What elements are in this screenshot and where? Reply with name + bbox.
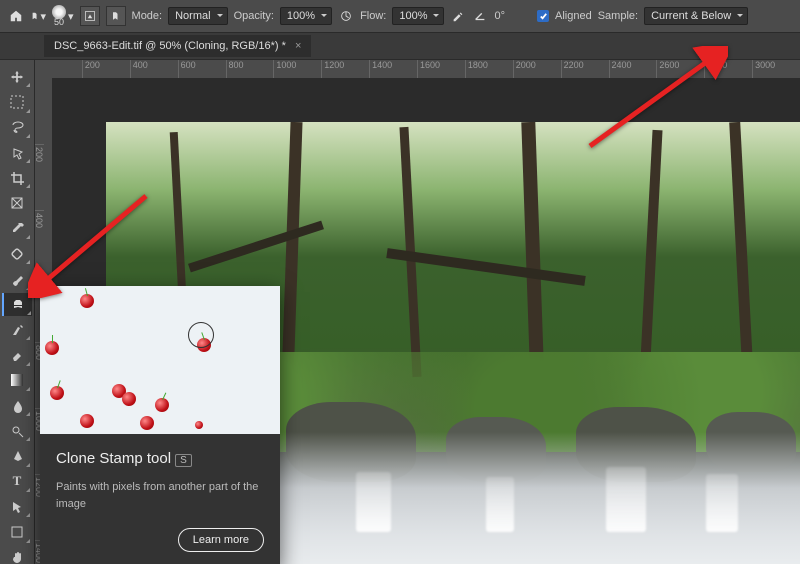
angle-icon[interactable] <box>472 8 488 24</box>
opacity-label: Opacity: <box>234 10 274 22</box>
mode-label: Mode: <box>132 10 163 22</box>
healing-brush-tool[interactable] <box>3 242 31 265</box>
move-tool[interactable] <box>3 65 31 88</box>
tool-preset-icon[interactable]: ▾ <box>30 8 46 24</box>
opacity-field[interactable]: 100% <box>280 7 332 25</box>
tab-title: DSC_9663-Edit.tif @ 50% (Cloning, RGB/16… <box>54 40 286 52</box>
frame-tool[interactable] <box>3 191 31 214</box>
tool-tooltip: Clone Stamp toolS Paints with pixels fro… <box>40 286 280 564</box>
annotation-arrow-tool <box>28 188 158 301</box>
clone-source-icon[interactable] <box>106 6 126 26</box>
history-brush-tool[interactable] <box>3 318 31 341</box>
gradient-tool[interactable] <box>3 369 31 392</box>
brush-tool[interactable] <box>3 267 31 290</box>
aligned-checkbox[interactable] <box>537 10 549 22</box>
sample-label: Sample: <box>598 10 638 22</box>
tools-panel: T <box>0 60 35 564</box>
flow-label: Flow: <box>360 10 386 22</box>
angle-value[interactable]: 0° <box>494 10 505 22</box>
lasso-tool[interactable] <box>3 116 31 139</box>
pen-tool[interactable] <box>3 444 31 467</box>
annotation-arrow-sample <box>578 46 728 159</box>
options-bar: ▾ 50▾ Mode: Normal Opacity: 100% Flow: 1… <box>0 0 800 33</box>
document-tab[interactable]: DSC_9663-Edit.tif @ 50% (Cloning, RGB/16… <box>44 35 311 57</box>
crop-tool[interactable] <box>3 166 31 189</box>
tooltip-title: Clone Stamp toolS <box>56 450 264 467</box>
tooltip-preview <box>40 286 280 434</box>
brush-panel-icon[interactable] <box>80 6 100 26</box>
tooltip-shortcut: S <box>175 454 192 467</box>
eyedropper-tool[interactable] <box>3 217 31 240</box>
blur-tool[interactable] <box>3 394 31 417</box>
brush-preset[interactable]: 50▾ <box>52 5 74 27</box>
mode-dropdown[interactable]: Normal <box>168 7 227 25</box>
airbrush-icon[interactable] <box>450 8 466 24</box>
home-icon[interactable] <box>8 8 24 24</box>
eraser-tool[interactable] <box>3 343 31 366</box>
close-tab-icon[interactable]: × <box>295 40 301 52</box>
hand-tool[interactable] <box>3 546 31 564</box>
path-select-tool[interactable] <box>3 495 31 518</box>
flow-field[interactable]: 100% <box>392 7 444 25</box>
pressure-opacity-icon[interactable] <box>338 8 354 24</box>
dodge-tool[interactable] <box>3 419 31 442</box>
sample-dropdown[interactable]: Current & Below <box>644 7 748 25</box>
shape-tool[interactable] <box>3 520 31 543</box>
type-tool[interactable]: T <box>3 470 31 493</box>
learn-more-button[interactable]: Learn more <box>178 528 264 552</box>
aligned-label: Aligned <box>555 10 592 22</box>
tooltip-description: Paints with pixels from another part of … <box>56 479 264 512</box>
marquee-tool[interactable] <box>3 90 31 113</box>
quick-select-tool[interactable] <box>3 141 31 164</box>
